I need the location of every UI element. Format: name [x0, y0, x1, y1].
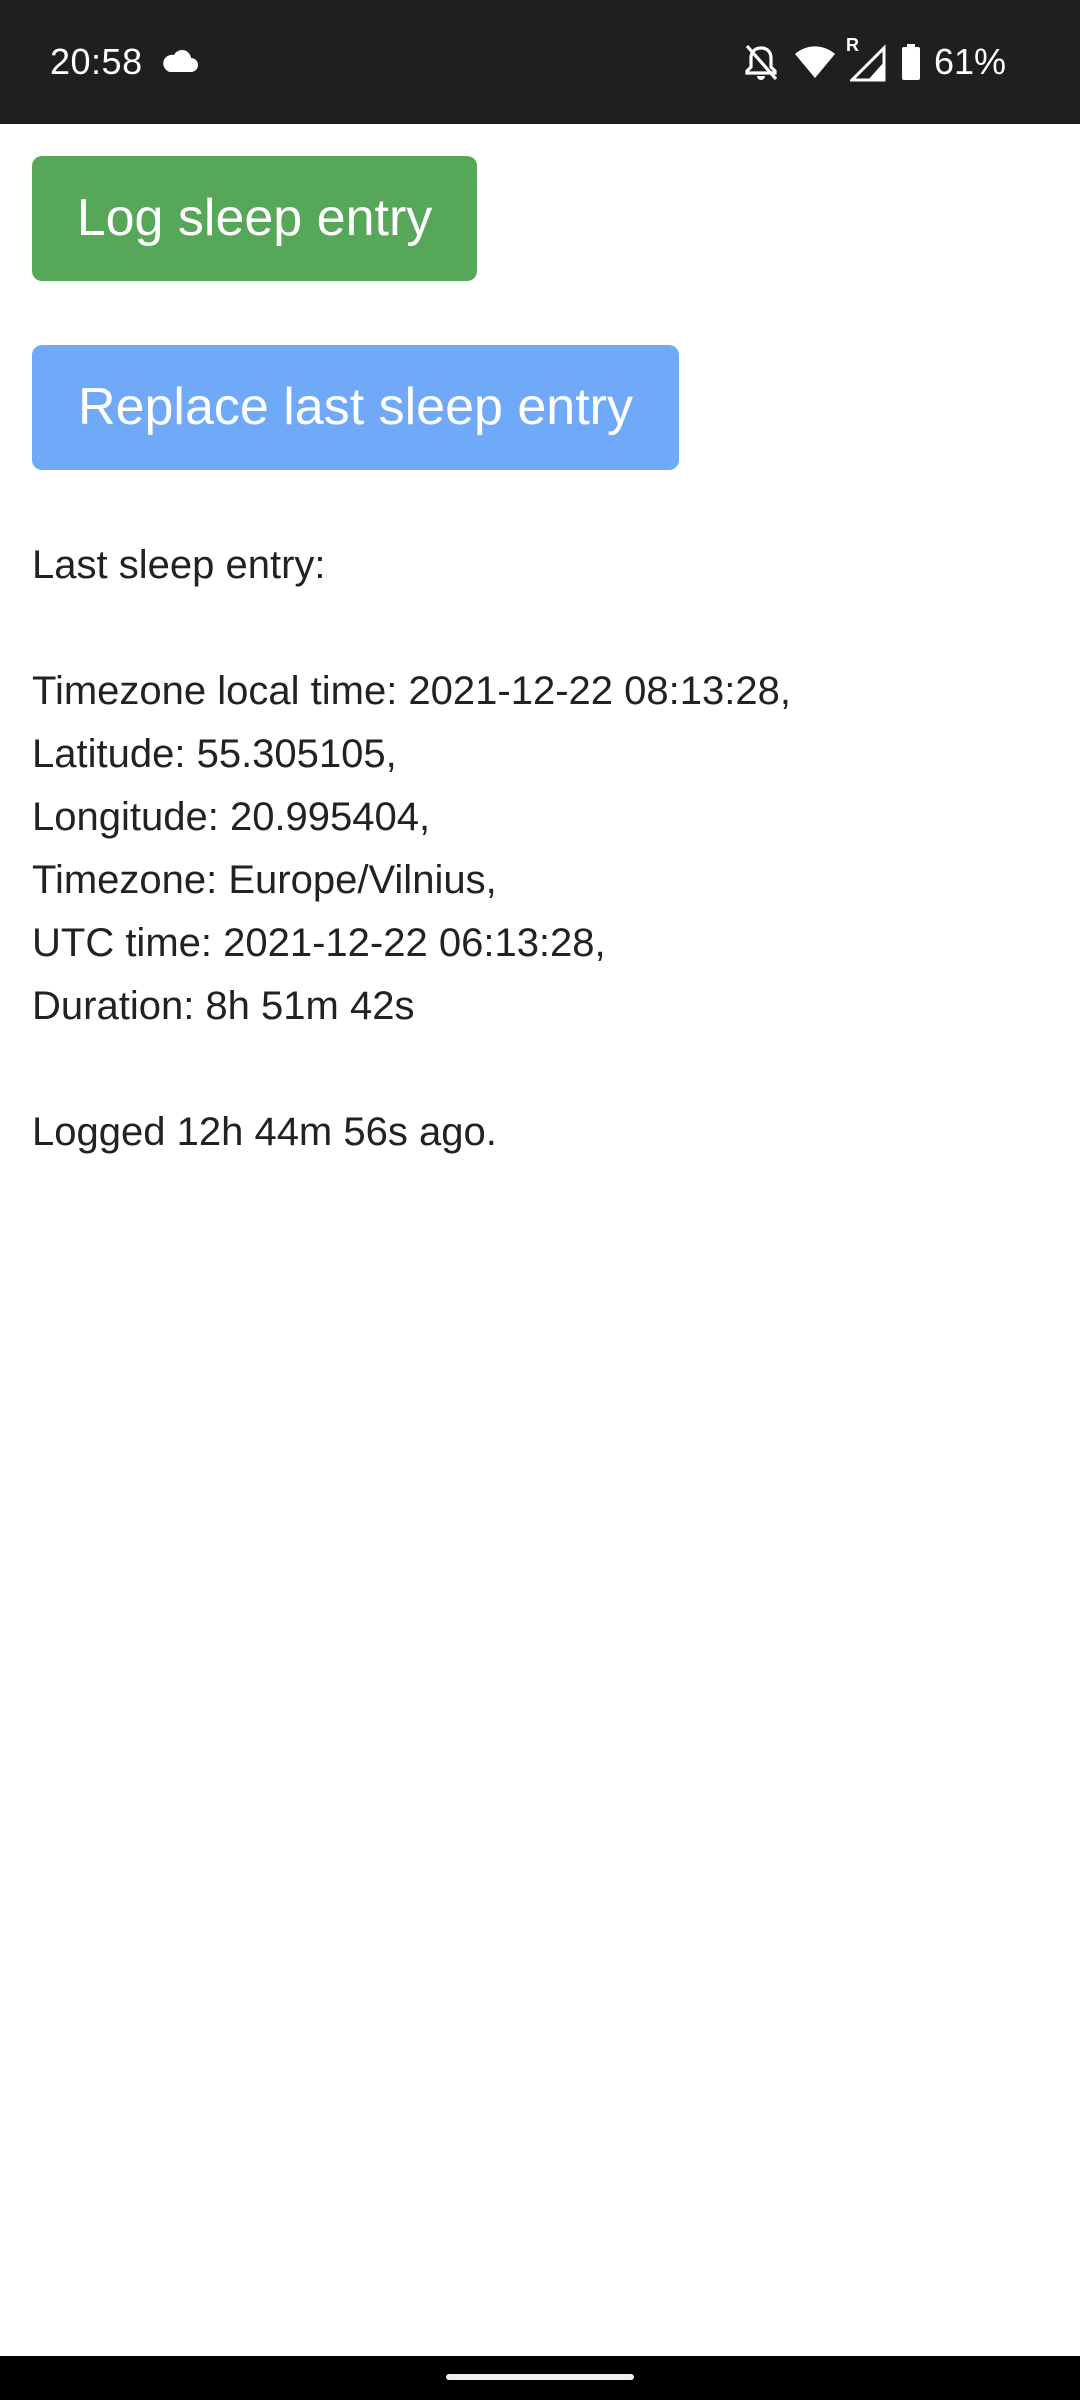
network-roaming-label: R [845, 35, 859, 55]
longitude-text: Longitude: 20.995404, [32, 795, 431, 839]
cloud-icon [160, 44, 200, 80]
wifi-icon [794, 45, 836, 79]
local-time-text: Timezone local time: 2021-12-22 08:13:28… [32, 669, 791, 713]
log-sleep-entry-button[interactable]: Log sleep entry [32, 156, 477, 281]
logged-ago-text: Logged 12h 44m 56s ago. [32, 1110, 497, 1154]
battery-percentage: 61% [933, 41, 1006, 82]
latitude-text: Latitude: 55.305105, [32, 732, 397, 776]
utc-time-text: UTC time: 2021-12-22 06:13:28, [32, 921, 606, 965]
last-entry-heading: Last sleep entry: [32, 543, 326, 587]
bell-off-icon [742, 42, 780, 82]
last-entry-info: Last sleep entry: Timezone local time: 2… [32, 534, 791, 1164]
status-time: 20:58 [50, 41, 143, 82]
signal-icon: R [846, 36, 886, 82]
status-icons: R 61% [742, 36, 1006, 86]
battery-icon [900, 43, 922, 81]
replace-last-sleep-entry-button[interactable]: Replace last sleep entry [32, 345, 679, 470]
main-content: Log sleep entry Replace last sleep entry… [0, 124, 1080, 2356]
home-indicator[interactable] [446, 2374, 634, 2380]
navigation-bar [0, 2356, 1080, 2400]
status-bar: 20:58 R 61% [0, 0, 1080, 124]
timezone-text: Timezone: Europe/Vilnius, [32, 858, 497, 902]
duration-text: Duration: 8h 51m 42s [32, 984, 415, 1028]
